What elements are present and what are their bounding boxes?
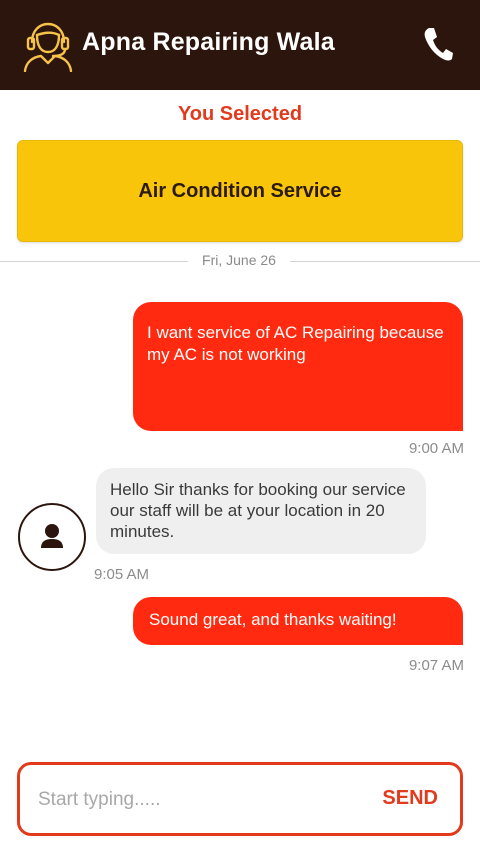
message-outgoing-3[interactable]: Sound great, and thanks waiting! bbox=[133, 597, 463, 645]
send-button[interactable]: SEND bbox=[382, 787, 438, 810]
app-title: Apna Repairing Wala bbox=[82, 28, 335, 56]
you-selected-label: You Selected bbox=[177, 103, 303, 125]
message-incoming-2[interactable]: Hello Sir thanks for booking our service… bbox=[96, 468, 426, 554]
divider-line-left bbox=[0, 261, 188, 262]
message-outgoing-1[interactable]: I want service of AC Repairing because m… bbox=[133, 302, 463, 431]
phone-icon[interactable] bbox=[422, 26, 454, 62]
date-separator: Fri, June 26 bbox=[0, 252, 480, 270]
app-header: Apna Repairing Wala bbox=[0, 0, 480, 90]
selected-service-card[interactable]: Air Condition Service bbox=[17, 140, 463, 242]
message-time-1: 9:00 AM bbox=[408, 440, 464, 457]
message-composer: SEND bbox=[17, 762, 463, 836]
selected-service-name: Air Condition Service bbox=[138, 179, 342, 202]
message-input[interactable] bbox=[38, 783, 338, 817]
divider-line-right bbox=[290, 261, 480, 262]
user-avatar-icon bbox=[18, 503, 86, 571]
message-time-3: 9:07 AM bbox=[408, 657, 464, 674]
message-time-2: 9:05 AM bbox=[94, 566, 150, 583]
customer-support-agent-icon bbox=[23, 22, 73, 72]
date-separator-label: Fri, June 26 bbox=[202, 252, 276, 268]
